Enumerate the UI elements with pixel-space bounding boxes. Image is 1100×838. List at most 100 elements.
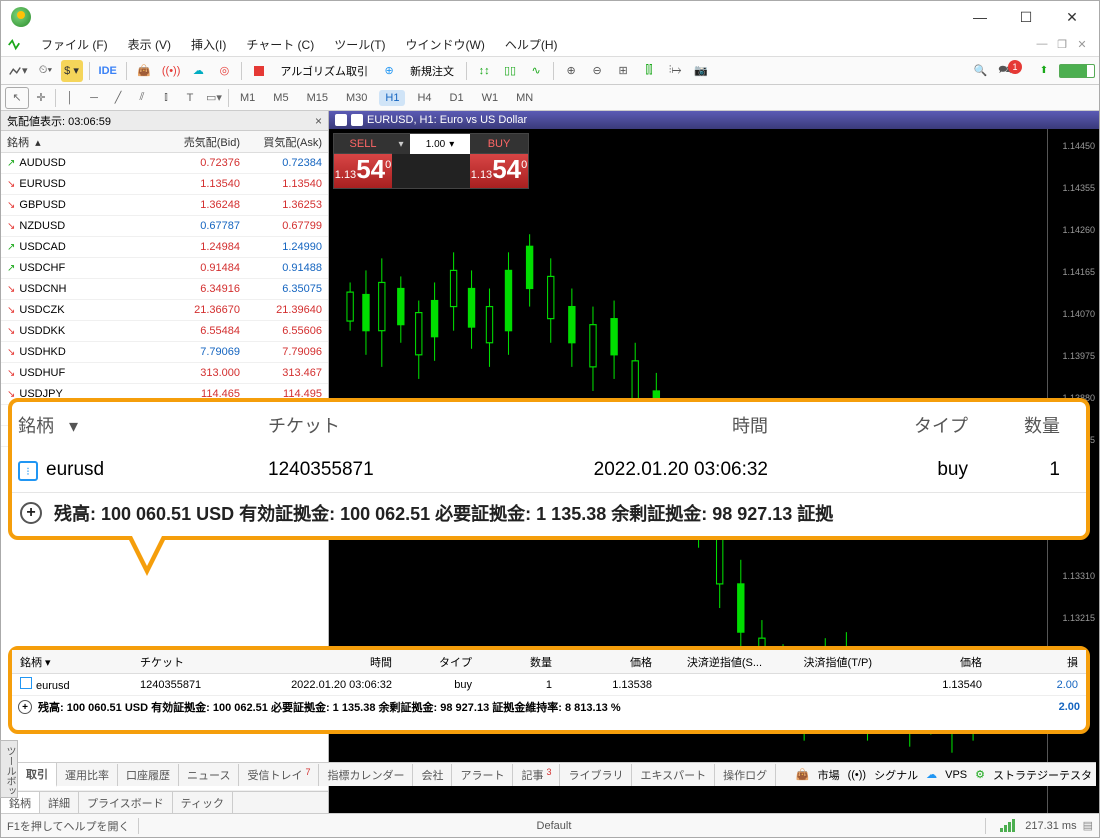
sell-price[interactable]: 1.13 54 0 xyxy=(334,154,392,188)
market-icon[interactable]: 👜 xyxy=(133,60,155,82)
tf-m1[interactable]: M1 xyxy=(234,90,261,106)
mw-row[interactable]: ↘ USDCNH 6.349166.35075 xyxy=(1,279,328,300)
tab-articles[interactable]: 記事3 xyxy=(513,764,560,786)
tf-m5[interactable]: M5 xyxy=(267,90,294,106)
buy-price[interactable]: 1.13 54 0 xyxy=(470,154,528,188)
lot-input[interactable]: 1.00▾ xyxy=(410,134,470,154)
mw-row[interactable]: ↘ USDHKD 7.790697.79096 xyxy=(1,342,328,363)
line-icon[interactable]: ∿ xyxy=(525,60,547,82)
menu-file[interactable]: ファイル (F) xyxy=(33,34,116,55)
tf-h4[interactable]: H4 xyxy=(411,90,437,106)
algo-label[interactable]: アルゴリズム取引 xyxy=(274,63,374,79)
tab-library[interactable]: ライブラリ xyxy=(560,764,632,786)
toolbox-tab[interactable]: ツールボックス xyxy=(0,740,18,798)
tab-calendar[interactable]: 指標カレンダー xyxy=(319,764,413,786)
mw-row[interactable]: ↘ EURUSD 1.135401.13540 xyxy=(1,174,328,195)
t-col-time[interactable]: 時間 xyxy=(256,654,396,670)
market-link-icon[interactable]: 👜 xyxy=(796,768,810,781)
tf-h1[interactable]: H1 xyxy=(379,90,405,106)
mw-row[interactable]: ↗ USDCAD 1.249841.24990 xyxy=(1,237,328,258)
vps-link-icon[interactable]: ☁ xyxy=(926,768,937,781)
tab-company[interactable]: 会社 xyxy=(413,764,452,786)
mdi-restore-icon[interactable]: ❐ xyxy=(1053,38,1071,51)
t-col-pl[interactable]: 損 xyxy=(986,654,1082,670)
bars-icon[interactable]: ↕↕ xyxy=(473,60,495,82)
tab-news[interactable]: ニュース xyxy=(179,764,239,786)
buy-label[interactable]: BUY xyxy=(470,134,528,154)
new-order-label[interactable]: 新規注文 xyxy=(404,63,460,79)
candles-icon[interactable]: ▯▯ xyxy=(499,60,521,82)
crosshair-icon[interactable]: ✛ xyxy=(29,87,53,109)
t-col-symbol[interactable]: 銘柄 ▾ xyxy=(16,654,136,670)
deposit-icon[interactable]: + xyxy=(20,502,42,524)
chart-type-dropdown[interactable]: ▾ xyxy=(5,60,31,82)
mw-row[interactable]: ↘ NZDUSD 0.677870.67799 xyxy=(1,216,328,237)
minimize-button[interactable]: ― xyxy=(957,2,1003,32)
fibo-icon[interactable]: ⫾ xyxy=(154,87,178,109)
tester-link-icon[interactable]: ⚙ xyxy=(975,768,985,781)
close-button[interactable]: ✕ xyxy=(1049,2,1095,32)
signal-link-icon[interactable]: ((•)) xyxy=(848,769,867,781)
notification-icon[interactable]: 🗪1 xyxy=(995,60,1029,82)
menu-tools[interactable]: ツール(T) xyxy=(326,34,393,55)
tab-journal[interactable]: 操作ログ xyxy=(715,764,776,786)
tf-mn[interactable]: MN xyxy=(510,90,539,106)
mdi-close-icon[interactable]: ✕ xyxy=(1073,38,1091,51)
t-col-type[interactable]: タイプ xyxy=(396,654,476,670)
target-icon[interactable]: ◎ xyxy=(213,60,235,82)
tab-history[interactable]: 口座履歴 xyxy=(118,764,179,786)
mw-col-symbol[interactable]: 銘柄 ▴ xyxy=(1,134,164,150)
menu-chart[interactable]: チャート (C) xyxy=(238,34,322,55)
sell-label[interactable]: SELL xyxy=(334,134,392,154)
mw-col-ask[interactable]: 買気配(Ask) xyxy=(246,134,328,150)
vline-icon[interactable]: │ xyxy=(58,87,82,109)
mdi-min-icon[interactable]: ― xyxy=(1033,38,1051,51)
menu-help[interactable]: ヘルプ(H) xyxy=(497,34,566,55)
menu-window[interactable]: ウインドウ(W) xyxy=(398,34,493,55)
search-icon[interactable]: 🔍 xyxy=(969,60,991,82)
tf-w1[interactable]: W1 xyxy=(476,90,505,106)
terminal-row[interactable]: eurusd 1240355871 2022.01.20 03:06:32 bu… xyxy=(12,674,1086,696)
tab-exposure[interactable]: 運用比率 xyxy=(57,764,118,786)
tf-d1[interactable]: D1 xyxy=(444,90,470,106)
t-col-price[interactable]: 価格 xyxy=(556,654,656,670)
mw-row[interactable]: ↘ USDHUF 313.000313.467 xyxy=(1,363,328,384)
lot-down-icon[interactable]: ▾ xyxy=(392,134,410,154)
options-dropdown[interactable]: $ ▾ xyxy=(61,60,83,82)
hline-icon[interactable]: ─ xyxy=(82,87,106,109)
indicator-icon[interactable]: ⫿⫿ xyxy=(638,60,660,82)
tab-inbox[interactable]: 受信トレイ7 xyxy=(239,764,319,786)
mw-row[interactable]: ↘ GBPUSD 1.362481.36253 xyxy=(1,195,328,216)
mw-row[interactable]: ↘ USDCZK 21.3667021.39640 xyxy=(1,300,328,321)
grid-icon[interactable]: ⊞ xyxy=(612,60,634,82)
t-col-price2[interactable]: 価格 xyxy=(876,654,986,670)
equichannel-icon[interactable]: ⫽ xyxy=(130,87,154,109)
zoom-in-icon[interactable]: ⊕ xyxy=(560,60,582,82)
timeframe-dropdown[interactable]: ⏲▾ xyxy=(35,60,57,82)
signal-icon[interactable]: ((•)) xyxy=(159,60,184,82)
tf-m15[interactable]: M15 xyxy=(301,90,334,106)
new-order-icon[interactable]: ⊕ xyxy=(378,60,400,82)
deposit-icon-small[interactable]: + xyxy=(18,700,32,714)
autoscroll-icon[interactable]: ⫶↦ xyxy=(664,60,686,82)
camera-icon[interactable]: 📷 xyxy=(690,60,712,82)
mw-tab-priceboard[interactable]: プライスボード xyxy=(79,792,173,813)
menu-view[interactable]: 表示 (V) xyxy=(120,34,179,55)
cursor-icon[interactable]: ↖ xyxy=(5,87,29,109)
status-profile[interactable]: Default xyxy=(537,820,572,832)
mw-tab-details[interactable]: 詳細 xyxy=(40,792,79,813)
level-icon[interactable]: ⬆ xyxy=(1033,60,1055,82)
mw-row[interactable]: ↘ USDDKK 6.554846.55606 xyxy=(1,321,328,342)
cloud-icon[interactable]: ☁ xyxy=(187,60,209,82)
tf-m30[interactable]: M30 xyxy=(340,90,373,106)
trendline-icon[interactable]: ╱ xyxy=(106,87,130,109)
shapes-dropdown[interactable]: ▭▾ xyxy=(202,87,226,109)
tab-experts[interactable]: エキスパート xyxy=(632,764,715,786)
algo-toggle[interactable] xyxy=(248,60,270,82)
t-col-qty[interactable]: 数量 xyxy=(476,654,556,670)
t-col-sl[interactable]: 決済逆指値(S... xyxy=(656,654,766,670)
ide-button[interactable]: IDE xyxy=(96,60,120,82)
text-icon[interactable]: T xyxy=(178,87,202,109)
mw-tab-tick[interactable]: ティック xyxy=(173,792,233,813)
tab-alerts[interactable]: アラート xyxy=(452,764,513,786)
